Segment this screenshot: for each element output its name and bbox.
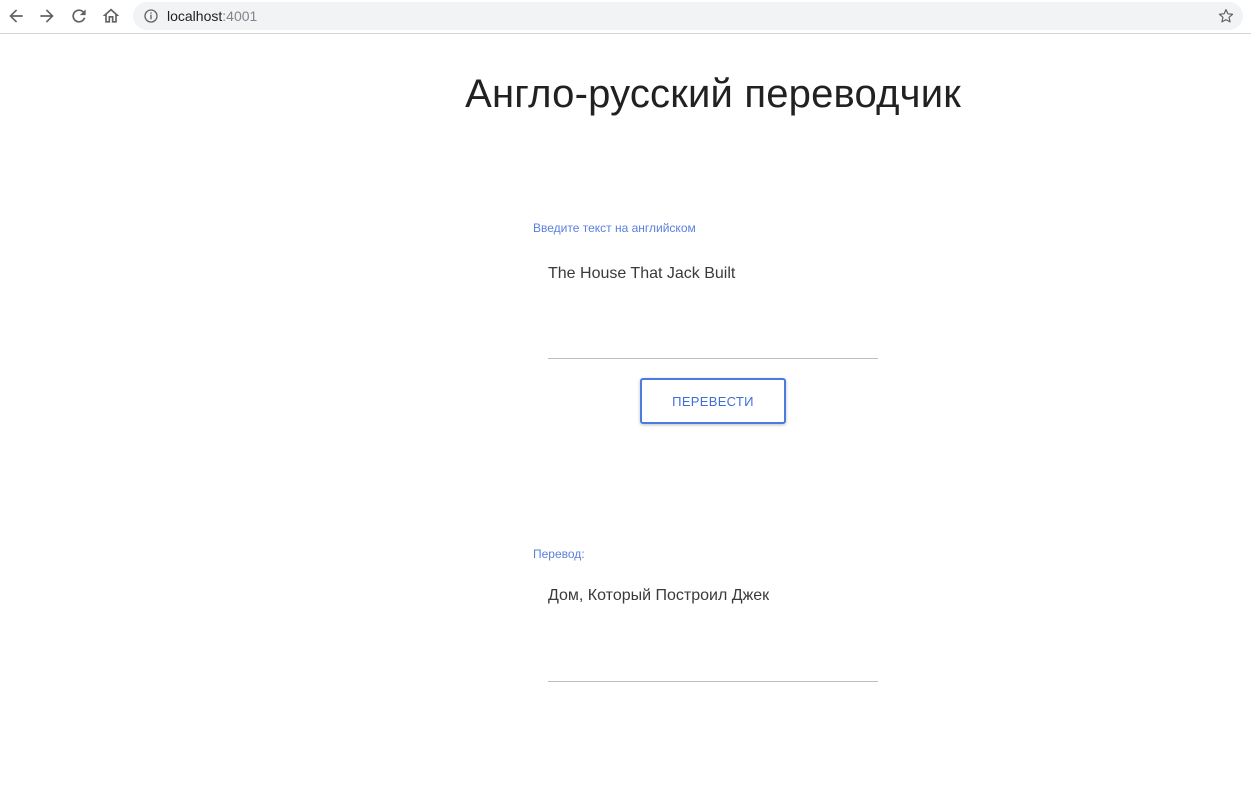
browser-toolbar: localhost:4001 [0, 0, 1251, 34]
back-button[interactable] [4, 4, 28, 28]
input-underline [548, 358, 878, 359]
address-bar[interactable]: localhost:4001 [133, 2, 1243, 30]
info-icon[interactable] [143, 8, 159, 24]
url-host: localhost [167, 8, 223, 24]
back-arrow-icon [9, 9, 23, 23]
url-port: :4001 [222, 8, 258, 24]
translation-output[interactable]: Дом, Который Построил Джек [548, 587, 878, 607]
output-underline [548, 681, 878, 682]
output-label: Перевод: [533, 547, 585, 561]
home-button[interactable] [99, 4, 123, 28]
forward-arrow-icon [40, 9, 54, 23]
english-text-input[interactable] [548, 264, 878, 284]
forward-button[interactable] [35, 4, 59, 28]
url-text: localhost:4001 [167, 8, 257, 24]
reload-button[interactable] [67, 4, 91, 28]
translate-button[interactable]: ПЕРЕВЕСТИ [640, 378, 786, 424]
input-label: Введите текст на английском [533, 221, 696, 235]
home-icon [102, 8, 120, 23]
reload-icon [72, 9, 86, 23]
star-icon[interactable] [1217, 7, 1235, 25]
page-title: Англо-русский переводчик [465, 72, 961, 116]
